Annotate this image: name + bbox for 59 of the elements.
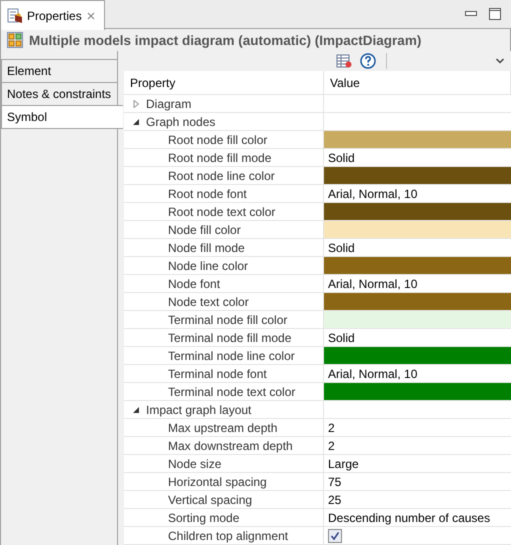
group-label[interactable]: Diagram (124, 95, 324, 113)
column-header[interactable]: Property (124, 71, 324, 95)
side-tab[interactable]: Element (1, 59, 117, 82)
property-name: Node text color (124, 293, 324, 311)
color-swatch[interactable] (324, 131, 511, 148)
help-icon[interactable] (360, 53, 376, 69)
minimize-icon[interactable] (465, 11, 477, 17)
properties-icon (7, 8, 23, 24)
property-name: Horizontal spacing (124, 473, 324, 491)
color-swatch[interactable] (324, 293, 511, 310)
property-value[interactable]: 25 (324, 491, 511, 509)
color-swatch[interactable] (324, 383, 511, 400)
property-name: Root node fill mode (124, 149, 324, 167)
dropdown-icon[interactable] (495, 57, 505, 65)
property-name: Root node fill color (124, 131, 324, 149)
property-name: Terminal node font (124, 365, 324, 383)
diagram-icon (7, 32, 23, 48)
color-swatch[interactable] (324, 221, 511, 238)
property-name: Node font (124, 275, 324, 293)
property-value[interactable]: Descending number of causes (324, 509, 511, 527)
side-tab[interactable]: Notes & constraints (1, 82, 117, 105)
property-name: Terminal node fill color (124, 311, 324, 329)
property-name: Node line color (124, 257, 324, 275)
property-value[interactable]: 2 (324, 437, 511, 455)
checkbox[interactable] (328, 528, 342, 542)
property-name: Max upstream depth (124, 419, 324, 437)
column-header[interactable]: Value (324, 71, 511, 95)
property-name: Root node line color (124, 167, 324, 185)
group-label[interactable]: Impact graph layout (124, 401, 324, 419)
property-name: Max downstream depth (124, 437, 324, 455)
properties-tab[interactable]: Properties (0, 0, 105, 30)
property-name: Terminal node line color (124, 347, 324, 365)
color-swatch[interactable] (324, 347, 511, 364)
header-title: Multiple models impact diagram (automatic) (ImpactDiagram) (29, 32, 422, 48)
color-swatch[interactable] (324, 167, 511, 184)
collapsed-icon[interactable] (132, 100, 140, 108)
property-name: Sorting mode (124, 509, 324, 527)
property-name: Terminal node fill mode (124, 329, 324, 347)
group-label[interactable]: Graph nodes (124, 113, 324, 131)
property-name: Vertical spacing (124, 491, 324, 509)
expanded-icon[interactable] (132, 406, 140, 414)
side-tab[interactable]: Symbol (1, 105, 123, 129)
color-swatch[interactable] (324, 311, 511, 328)
property-name: Node fill mode (124, 239, 324, 257)
color-swatch[interactable] (324, 203, 511, 220)
property-value[interactable]: 2 (324, 419, 511, 437)
maximize-icon[interactable] (489, 8, 501, 20)
expanded-icon[interactable] (132, 118, 140, 126)
property-name: Terminal node text color (124, 383, 324, 401)
close-icon[interactable] (86, 10, 96, 20)
property-name: Children top alignment (124, 527, 324, 545)
color-swatch[interactable] (324, 257, 511, 274)
table-icon[interactable] (336, 53, 352, 69)
property-name: Node size (124, 455, 324, 473)
property-value[interactable]: 75 (324, 473, 511, 491)
property-name: Node fill color (124, 221, 324, 239)
property-name: Root node font (124, 185, 324, 203)
property-value[interactable]: Large (324, 455, 511, 473)
property-name: Root node text color (124, 203, 324, 221)
